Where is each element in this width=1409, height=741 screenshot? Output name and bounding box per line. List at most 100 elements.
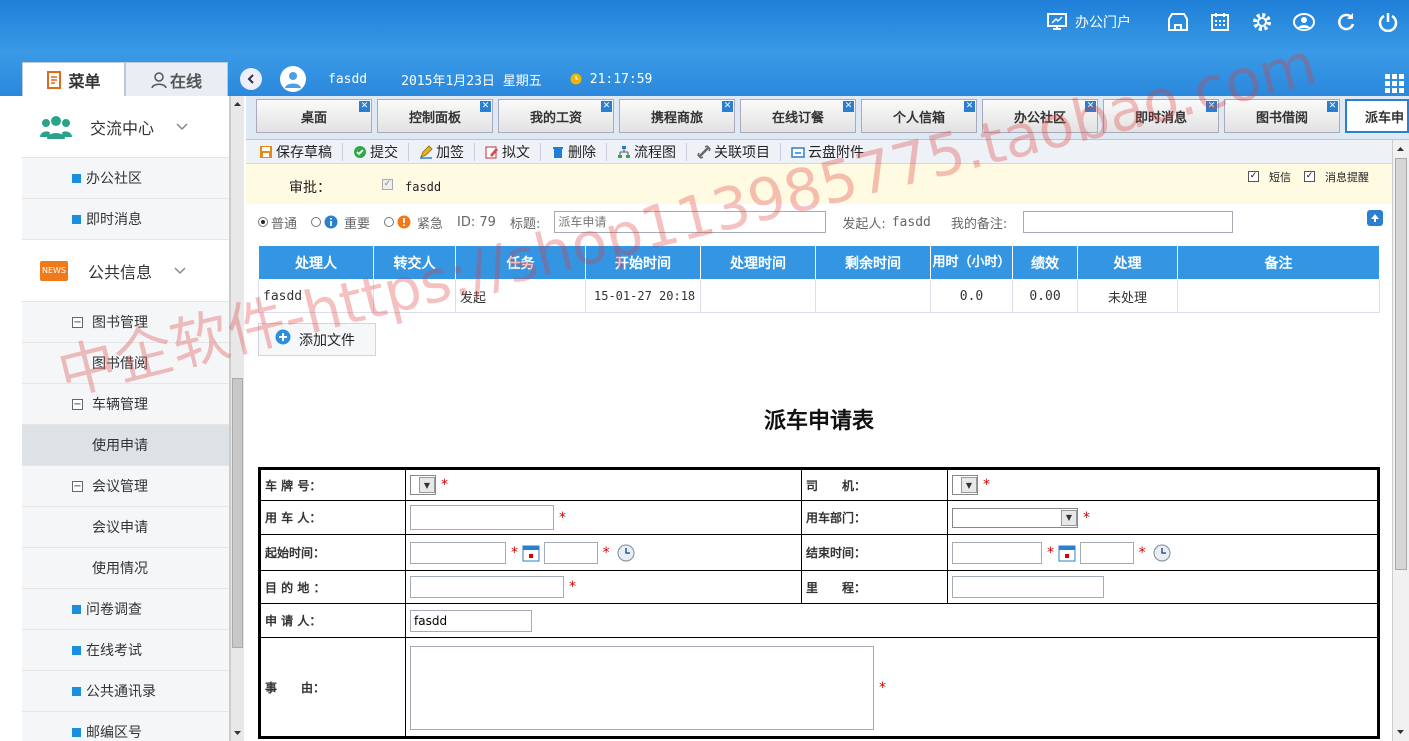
refresh-button[interactable] xyxy=(1325,12,1367,32)
destination-label: 目 的 地 ： xyxy=(259,570,406,604)
flowchart-button[interactable]: 流程图 xyxy=(617,142,687,161)
column-header: 开始时间 xyxy=(585,245,701,280)
dept-select[interactable]: ▼ xyxy=(952,507,1078,528)
calendar-picker-icon[interactable] xyxy=(1058,544,1076,562)
priority-normal-radio[interactable] xyxy=(258,217,268,227)
tab-salary[interactable]: 我的工资 ✕ xyxy=(498,99,614,133)
add-file-button[interactable]: 添加文件 xyxy=(258,323,376,356)
close-icon[interactable]: ✕ xyxy=(964,101,975,112)
tab-control-panel[interactable]: 控制面板 ✕ xyxy=(377,99,493,133)
related-project-button[interactable]: 关联项目 xyxy=(697,142,781,161)
collapse-icon[interactable]: − xyxy=(72,480,83,492)
priority-urgent-radio[interactable] xyxy=(384,217,395,227)
sidebar-group-public-info[interactable]: NEWS 公共信息 xyxy=(22,240,229,302)
sidebar-item-survey[interactable]: 问卷调查 xyxy=(22,589,229,630)
tab-online[interactable]: 在线 xyxy=(125,62,228,96)
avatar[interactable] xyxy=(280,66,306,92)
bullet-icon xyxy=(72,604,81,614)
logout-button[interactable] xyxy=(1367,12,1409,32)
remark-input[interactable] xyxy=(1023,211,1234,233)
delete-button[interactable]: 删除 xyxy=(551,142,607,161)
end-date-input[interactable] xyxy=(952,541,1042,564)
start-clock-input[interactable] xyxy=(543,541,598,564)
profile-button[interactable] xyxy=(1283,12,1325,32)
destination-input[interactable] xyxy=(410,576,564,598)
applicant-input[interactable]: fasdd xyxy=(410,609,532,632)
clock-picker-icon[interactable] xyxy=(1153,544,1171,562)
end-clock-input[interactable] xyxy=(1079,541,1134,564)
avatar-icon xyxy=(285,72,301,88)
applicant-cell: fasdd xyxy=(405,603,1379,638)
settings-button[interactable] xyxy=(1241,11,1283,33)
tab-desktop[interactable]: 桌面 ✕ xyxy=(256,99,372,133)
scroll-up-icon xyxy=(1397,147,1404,151)
tab-ctrip[interactable]: 携程商旅 ✕ xyxy=(619,99,735,133)
sidebar-item-book-borrow[interactable]: 图书借阅 xyxy=(22,343,229,384)
tab-label: 图书借阅 xyxy=(1255,110,1308,126)
submit-button[interactable]: 提交 xyxy=(353,142,409,161)
driver-select[interactable]: ▼ xyxy=(952,475,978,495)
sidebar-scrollbar[interactable] xyxy=(230,96,244,741)
start-time-cell: * * xyxy=(405,534,802,571)
priority-important-radio[interactable] xyxy=(311,217,322,227)
collapse-sidebar-button[interactable] xyxy=(240,68,262,90)
main-scrollbar[interactable] xyxy=(1392,140,1409,741)
tab-community[interactable]: 办公社区 ✕ xyxy=(982,99,1098,133)
close-icon[interactable]: ✕ xyxy=(359,101,370,112)
sidebar-sub-meetings[interactable]: − 会议管理 xyxy=(22,466,229,507)
scroll-top-button[interactable] xyxy=(1367,210,1383,226)
tab-menu[interactable]: 菜单 xyxy=(22,62,125,96)
scroll-thumb[interactable] xyxy=(1395,158,1407,570)
close-icon[interactable]: ✕ xyxy=(1206,101,1217,112)
close-icon[interactable]: ✕ xyxy=(722,101,733,112)
sidebar-item-postcode[interactable]: 邮编区号 xyxy=(22,712,229,741)
save-draft-button[interactable]: 保存草稿 xyxy=(259,142,343,161)
store-button[interactable] xyxy=(1157,12,1199,32)
sidebar-item-use-request[interactable]: 使用申请 xyxy=(22,425,229,466)
calendar-picker-icon[interactable] xyxy=(522,544,540,562)
tab-instant-message[interactable]: 即时消息 ✕ xyxy=(1103,99,1219,133)
office-portal-link[interactable]: 办公门户 xyxy=(1047,12,1131,32)
table-cell: 发起 xyxy=(455,279,586,313)
apps-grid-button[interactable] xyxy=(1385,74,1405,98)
sidebar-sub-books[interactable]: − 图书管理 xyxy=(22,302,229,343)
tab-mailbox[interactable]: 个人信箱 ✕ xyxy=(861,99,977,133)
approve-label: 审批： xyxy=(289,180,331,196)
close-icon[interactable]: ✕ xyxy=(1085,101,1096,112)
plate-select[interactable]: ▼ xyxy=(410,475,436,495)
close-icon[interactable]: ✕ xyxy=(601,101,612,112)
sidebar-item-usage[interactable]: 使用情况 xyxy=(22,548,229,589)
close-icon[interactable]: ✕ xyxy=(843,101,854,112)
sms-checkbox[interactable]: ✓ xyxy=(1248,171,1259,182)
pen-icon xyxy=(420,144,433,159)
sidebar-item-community[interactable]: 办公社区 xyxy=(22,158,229,199)
sidebar-group-communication[interactable]: 交流中心 xyxy=(22,96,229,158)
draft-document-button[interactable]: 拟文 xyxy=(485,142,541,161)
sidebar-item-exam[interactable]: 在线考试 xyxy=(22,630,229,671)
tab-book-borrow[interactable]: 图书借阅 ✕ xyxy=(1224,99,1340,133)
approve-checkbox[interactable]: ✓ xyxy=(382,179,393,190)
scroll-thumb[interactable] xyxy=(232,378,243,648)
collapse-icon[interactable]: − xyxy=(72,316,83,328)
sidebar-item-meeting-request[interactable]: 会议申请 xyxy=(22,507,229,548)
sidebar-item-contacts[interactable]: 公共通讯录 xyxy=(22,671,229,712)
remind-checkbox[interactable]: ✓ xyxy=(1304,171,1315,182)
start-date-input[interactable] xyxy=(410,541,506,564)
collapse-icon[interactable]: − xyxy=(72,398,83,410)
sidebar-sub-vehicles[interactable]: − 车辆管理 xyxy=(22,384,229,425)
title-input[interactable]: 派车申请 xyxy=(554,211,827,233)
cloud-attachment-button[interactable]: 云盘附件 xyxy=(791,143,874,161)
button-label: 保存草稿 xyxy=(276,144,332,161)
column-header: 处理 xyxy=(1077,245,1178,280)
tab-meal-order[interactable]: 在线订餐 ✕ xyxy=(740,99,856,133)
close-icon[interactable]: ✕ xyxy=(480,101,491,112)
calendar-button[interactable] xyxy=(1199,12,1241,32)
reason-textarea[interactable] xyxy=(410,646,874,730)
user-input[interactable] xyxy=(410,505,554,530)
mileage-input[interactable] xyxy=(952,576,1104,598)
close-icon[interactable]: ✕ xyxy=(1327,101,1338,112)
tab-vehicle-request[interactable]: 派车申 xyxy=(1345,99,1409,133)
add-sign-button[interactable]: 加签 xyxy=(419,142,475,161)
sidebar-item-messages[interactable]: 即时消息 xyxy=(22,199,229,240)
clock-picker-icon[interactable] xyxy=(617,544,635,562)
